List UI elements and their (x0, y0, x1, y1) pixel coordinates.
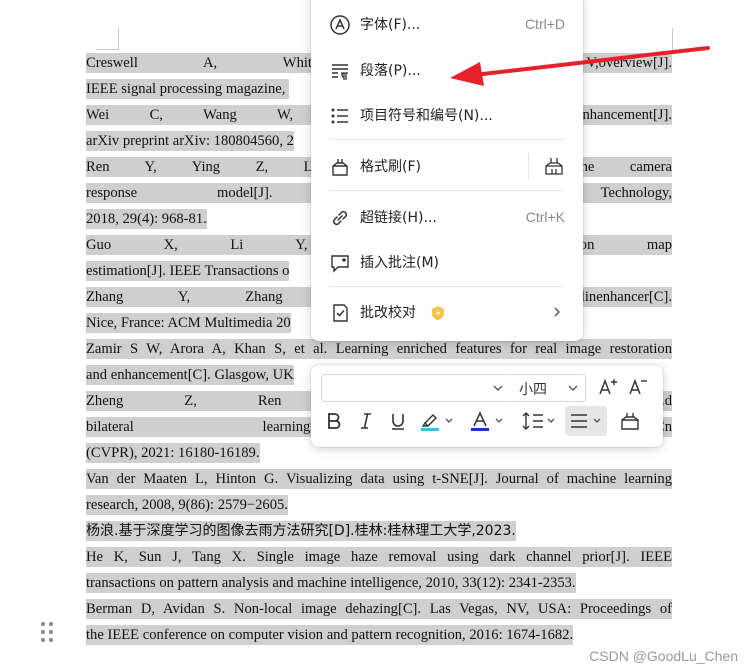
menu-item-label: 超链接(H)... (360, 210, 437, 226)
align-button[interactable] (565, 406, 607, 436)
comment-icon (331, 255, 349, 273)
reference-text: Zamir S W, Arora A, Khan S, et al. Learn… (86, 339, 672, 359)
reference-line[interactable]: He K, Sun J, Tang X. Single image haze r… (86, 546, 672, 568)
reference-text: arXiv preprint arXiv: 180804560, 2 (86, 131, 294, 151)
font-color-button[interactable] (469, 408, 509, 434)
reference-line[interactable]: transactions on pattern analysis and mac… (86, 572, 576, 594)
menu-item-hyperlink[interactable]: 超链接(H)... Ctrl+K (311, 197, 583, 237)
reference-text: 2018, 29(4): 968-81. (86, 209, 207, 229)
format-painter-button[interactable] (617, 408, 643, 434)
chevron-down-icon (568, 385, 578, 391)
font-name-select[interactable] (321, 374, 511, 402)
reference-line[interactable]: and enhancement[C]. Glasgow, UK (86, 364, 294, 386)
decrease-font-icon (629, 378, 647, 395)
increase-font-icon (599, 378, 617, 395)
font-size-value: 小四 (519, 382, 547, 398)
menu-item-label: 项目符号和编号(N)... (360, 108, 493, 124)
menu-divider (329, 286, 565, 287)
reference-text: estimation[J]. IEEE Transactions o (86, 261, 290, 281)
margin-mark-left-h (96, 49, 118, 50)
highlighter-icon (421, 414, 453, 431)
reference-line[interactable]: Zamir S W, Arora A, Khan S, et al. Learn… (86, 338, 672, 360)
reference-text: transactions on pattern analysis and mac… (86, 573, 576, 593)
chevron-down-icon (493, 385, 503, 391)
reference-text: Van der Maaten L, Hinton G. Visualizing … (86, 469, 672, 489)
menu-divider (329, 139, 565, 140)
italic-icon (361, 413, 371, 429)
reference-text: Nice, France: ACM Multimedia 20 (86, 313, 291, 333)
menu-shortcut: Ctrl+D (524, 16, 565, 32)
reference-text-tail: d (664, 391, 672, 411)
reference-line[interactable]: (CVPR), 2021: 16180-16189. (86, 442, 260, 464)
reference-text: (CVPR), 2021: 16180-16189. (86, 443, 260, 463)
underline-icon (392, 414, 404, 430)
reference-line[interactable]: IEEE signal processing magazine, (86, 78, 290, 100)
reference-line[interactable]: 杨浪.基于深度学习的图像去雨方法研究[D].桂林:桂林理工大学,2023. (86, 520, 516, 542)
reference-line[interactable]: the IEEE conference on computer vision a… (86, 624, 574, 646)
reference-text: Berman D, Avidan S. Non-local image deha… (86, 599, 672, 619)
premium-badge-icon (432, 306, 444, 320)
bullet-list-icon (331, 108, 348, 124)
menu-item-insert-comment[interactable]: 插入批注(M) (311, 242, 583, 282)
menu-item-label: 字体(F)... (360, 17, 421, 33)
font-icon (330, 15, 350, 35)
menu-item-font[interactable]: 字体(F)... Ctrl+D (311, 4, 583, 44)
reference-line[interactable]: 2018, 29(4): 968-81. (86, 208, 207, 230)
menu-item-format-painter[interactable]: 格式刷(F) (311, 146, 583, 186)
format-painter-icon (621, 413, 639, 430)
floating-format-toolbar: 小四 (311, 365, 663, 447)
link-icon (332, 210, 348, 226)
paragraph-icon (332, 64, 348, 80)
menu-item-label: 段落(P)... (360, 63, 421, 79)
reference-text: 杨浪.基于深度学习的图像去雨方法研究[D].桂林:桂林理工大学,2023. (86, 521, 516, 541)
annotation-arrow (450, 46, 710, 86)
menu-item-proofread[interactable]: 批改校对 (311, 292, 583, 332)
reference-line[interactable]: Nice, France: ACM Multimedia 20 (86, 312, 291, 334)
menu-item-label: 批改校对 (360, 305, 416, 321)
bold-icon (328, 413, 341, 429)
align-justify-icon (571, 414, 601, 428)
reference-text-tail: enhancer[C]. (596, 287, 672, 307)
decrease-font-size-button[interactable] (625, 374, 651, 400)
reference-text: the IEEE conference on computer vision a… (86, 625, 574, 645)
font-color-icon (471, 411, 503, 431)
reference-text: IEEE signal processing magazine, (86, 79, 290, 99)
reference-line[interactable]: estimation[J]. IEEE Transactions o (86, 260, 290, 282)
increase-font-size-button[interactable] (595, 374, 621, 400)
reference-text-tail: n (664, 417, 672, 437)
reference-line[interactable]: research, 2008, 9(86): 2579−2605. (86, 494, 288, 516)
menu-item-label: 插入批注(M) (360, 255, 440, 271)
reference-text: and enhancement[C]. Glasgow, UK (86, 365, 294, 385)
watermark: CSDN @GoodLu_Chen (589, 648, 738, 664)
reference-text: He K, Sun J, Tang X. Single image haze r… (86, 547, 672, 567)
menu-item-bullets-numbering[interactable]: 项目符号和编号(N)... (311, 95, 583, 135)
bold-button[interactable] (321, 408, 347, 434)
underline-button[interactable] (385, 408, 411, 434)
menu-divider (329, 190, 565, 191)
format-painter-icon (332, 159, 348, 176)
line-spacing-button[interactable] (521, 408, 561, 434)
proofread-icon (333, 304, 348, 322)
format-painter-lock-icon[interactable] (543, 155, 565, 177)
reference-text: research, 2008, 9(86): 2579−2605. (86, 495, 288, 515)
highlight-color-button[interactable] (419, 408, 459, 434)
line-spacing-icon (522, 412, 555, 430)
italic-button[interactable] (353, 408, 379, 434)
reference-line[interactable]: Van der Maaten L, Hinton G. Visualizing … (86, 468, 672, 490)
reference-line[interactable]: Berman D, Avidan S. Non-local image deha… (86, 598, 672, 620)
reference-line[interactable]: arXiv preprint arXiv: 180804560, 2 (86, 130, 294, 152)
chevron-right-icon (554, 307, 560, 317)
menu-item-label: 格式刷(F) (360, 159, 421, 175)
margin-mark-left (118, 28, 119, 50)
font-size-select[interactable]: 小四 (509, 374, 586, 402)
menu-divider-vertical (528, 153, 529, 179)
reference-text-tail: nhancement[J]. (582, 105, 672, 125)
drag-handle-icon[interactable] (41, 622, 55, 644)
menu-shortcut: Ctrl+K (525, 209, 565, 225)
